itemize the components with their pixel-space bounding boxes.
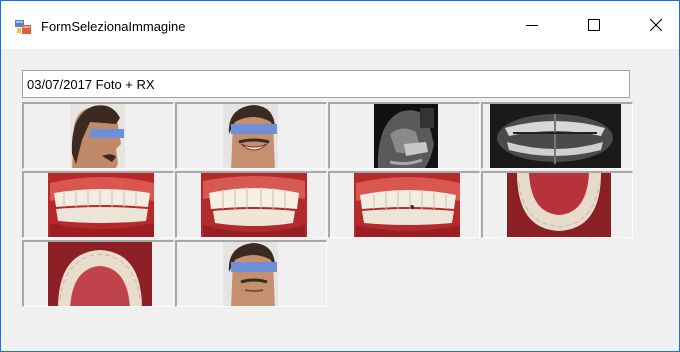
profile-face-image	[70, 104, 125, 168]
close-button[interactable]	[633, 1, 679, 49]
window-title: FormSelezionaImmagine	[41, 19, 186, 34]
close-icon	[650, 19, 662, 31]
maximize-button[interactable]	[571, 1, 617, 49]
app-window: FormSelezionaImmagine 03/07/2017 Foto + …	[0, 0, 680, 352]
thumbnail-frontal-face-photo[interactable]	[175, 240, 327, 307]
thumbnail-intraoral-frontal[interactable]	[175, 171, 327, 238]
thumbnail-intraoral-lower-occlusal[interactable]	[481, 171, 633, 238]
minimize-button[interactable]	[509, 1, 555, 49]
maximize-icon	[588, 19, 600, 31]
thumbnail-intraoral-upper-occlusal[interactable]	[22, 240, 174, 307]
thumbnail-frontal-smile-photo[interactable]	[175, 102, 327, 169]
thumbnail-profile-photo[interactable]	[22, 102, 174, 169]
form-app-icon	[15, 20, 31, 34]
frontal-face-image	[223, 242, 278, 306]
thumbnail-panoramic-xray[interactable]	[481, 102, 633, 169]
minimize-icon	[526, 25, 538, 26]
cephalometric-xray-image	[374, 104, 438, 168]
intraoral-left-image	[354, 173, 460, 237]
intraoral-right-image	[48, 173, 154, 237]
thumbnail-intraoral-right[interactable]	[22, 171, 174, 238]
upper-occlusal-image	[48, 242, 152, 306]
caption-field[interactable]: 03/07/2017 Foto + RX	[22, 70, 630, 98]
panoramic-xray-image	[490, 104, 621, 168]
thumbnail-ceph-xray[interactable]	[328, 102, 480, 169]
intraoral-frontal-image	[201, 173, 307, 237]
lower-occlusal-image	[507, 173, 611, 237]
title-bar[interactable]: FormSelezionaImmagine	[1, 1, 679, 49]
thumbnail-intraoral-left[interactable]	[328, 171, 480, 238]
frontal-smile-image	[223, 104, 278, 168]
